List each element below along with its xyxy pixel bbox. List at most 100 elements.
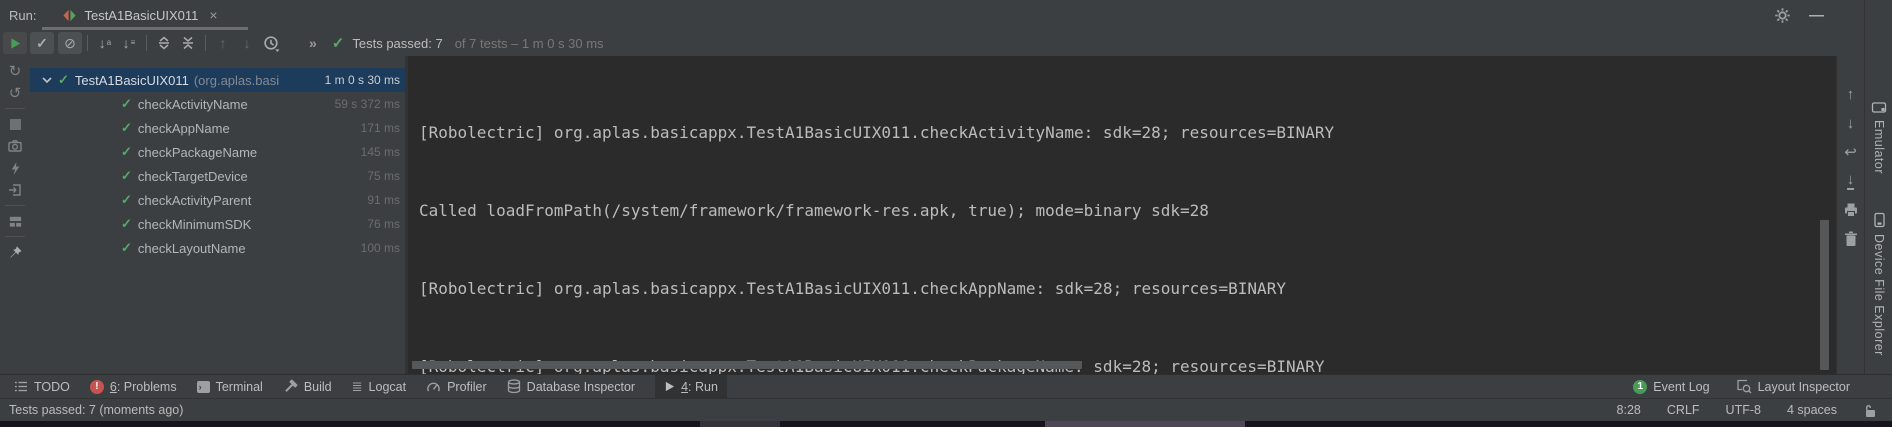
toolwindow-tab-emulator[interactable]: Emulator	[1865, 100, 1892, 174]
tree-row-test[interactable]: ✓ checkMinimumSDK 76 ms	[30, 212, 405, 236]
test-passed-icon: ✓	[121, 216, 132, 232]
hammer-icon	[283, 379, 298, 394]
tree-row-test[interactable]: ✓ checkTargetDevice 75 ms	[30, 164, 405, 188]
toolbar-separator	[146, 35, 147, 51]
toolwindow-button-layout-inspector[interactable]: Layout Inspector	[1736, 375, 1850, 399]
hide-panel-icon[interactable]: —	[1809, 7, 1824, 24]
test-history-icon[interactable]	[259, 32, 283, 54]
toolwindow-button-problems[interactable]: ! 6: Problems	[90, 375, 177, 399]
toolwindow-button-run[interactable]: 4: Run	[655, 375, 727, 399]
database-icon	[507, 379, 521, 394]
tree-row-root[interactable]: ✓ TestA1BasicUIX011 (org.aplas.basi 1 m …	[30, 68, 405, 92]
run-tab-testa1basicuix011[interactable]: TestA1BasicUIX011 ×	[54, 0, 225, 30]
test-summary: ✓ Tests passed: 7 of 7 tests – 1 m 0 s 3…	[332, 34, 604, 52]
console-line: Called loadFromPath(/system/framework/fr…	[419, 198, 1836, 224]
test-passed-icon: ✓	[121, 240, 132, 256]
rerun-failed-tests-icon[interactable]: ↻	[4, 60, 26, 82]
toolwindow-tab-label: Emulator	[1872, 120, 1886, 174]
test-passed-icon: ✓	[121, 120, 132, 136]
bottom-edge-strip	[0, 421, 1892, 427]
next-failed-test-icon[interactable]: ↓	[235, 32, 259, 54]
test-duration: 76 ms	[367, 217, 400, 231]
profiler-gauge-icon	[426, 380, 441, 393]
test-class-package: (org.aplas.basi	[194, 73, 279, 88]
test-duration: 75 ms	[367, 169, 400, 183]
android-studio-run-panel: Run: TestA1BasicUIX011 × — ✓ ⊘	[0, 0, 1892, 427]
tree-row-test[interactable]: ✓ checkLayoutName 100 ms	[30, 236, 405, 260]
test-passed-icon: ✓	[121, 168, 132, 184]
toolwindow-button-profiler[interactable]: Profiler	[426, 375, 487, 399]
console-text: [Robolectric] org.aplas.basicappx.TestA1…	[408, 56, 1836, 374]
screenshot-icon[interactable]	[4, 135, 26, 157]
test-passed-icon: ✓	[121, 192, 132, 208]
run-panel-left-toolbar: ↻ ↺	[0, 30, 30, 374]
tree-row-test[interactable]: ✓ checkAppName 171 ms	[30, 116, 405, 140]
collapse-all-icon[interactable]	[176, 32, 200, 54]
stop-process-icon[interactable]	[4, 113, 26, 135]
problems-error-icon: !	[90, 380, 104, 394]
tests-passed-detail: of 7 tests – 1 m 0 s 30 ms	[455, 36, 604, 51]
chevron-down-icon[interactable]	[42, 76, 52, 84]
toolwindow-button-build[interactable]: Build	[283, 375, 332, 399]
caret-position[interactable]: 8:28	[1617, 403, 1641, 417]
test-name: checkTargetDevice	[138, 169, 248, 184]
test-duration: 1 m 0 s 30 ms	[325, 73, 400, 87]
toolwindow-bar: TODO ! 6: Problems › Terminal Build ≣ Lo…	[0, 374, 1892, 398]
test-runner-toolbar: ✓ ⊘ ↓a ↓≡ ↑ ↓ » ✓ Tes	[30, 30, 1836, 56]
rerun-tests-button[interactable]	[3, 32, 27, 54]
close-icon[interactable]: ×	[209, 7, 217, 23]
test-passed-icon: ✓	[121, 96, 132, 112]
import-test-results-icon[interactable]	[4, 179, 26, 201]
sort-by-duration-icon[interactable]: ↓≡	[117, 32, 141, 54]
print-icon[interactable]	[1841, 200, 1861, 220]
tree-row-test[interactable]: ✓ checkPackageName 145 ms	[30, 140, 405, 164]
expand-all-icon[interactable]	[152, 32, 176, 54]
test-duration: 59 s 372 ms	[335, 97, 400, 111]
show-passed-icon[interactable]: ✓	[30, 32, 54, 54]
file-encoding[interactable]: UTF-8	[1726, 403, 1761, 417]
tests-passed-icon: ✓	[332, 34, 345, 52]
soft-wrap-icon[interactable]: ↩	[1841, 142, 1861, 162]
indent-setting[interactable]: 4 spaces	[1787, 403, 1837, 417]
clear-console-icon[interactable]	[1841, 229, 1861, 249]
pin-tab-icon[interactable]	[4, 241, 26, 263]
toolwindow-button-todo[interactable]: TODO	[14, 375, 70, 399]
vertical-scrollbar[interactable]	[1820, 220, 1829, 370]
down-stacktrace-icon[interactable]: ↓	[1841, 113, 1861, 133]
tests-passed-text: Tests passed: 7	[352, 36, 442, 51]
previous-failed-test-icon[interactable]: ↑	[211, 32, 235, 54]
toolwindow-button-database-inspector[interactable]: Database Inspector	[507, 375, 635, 399]
tree-row-test[interactable]: ✓ checkActivityName 59 s 372 ms	[30, 92, 405, 116]
test-duration: 100 ms	[361, 241, 400, 255]
todo-list-icon	[14, 380, 28, 393]
toolwindow-button-event-log[interactable]: 1 Event Log	[1633, 375, 1709, 399]
up-stacktrace-icon[interactable]: ↑	[1841, 84, 1861, 104]
sort-alphabetically-icon[interactable]: ↓a	[93, 32, 117, 54]
toolbar-separator	[5, 236, 25, 237]
toolwindow-button-terminal[interactable]: › Terminal	[197, 375, 263, 399]
test-name: checkActivityParent	[138, 193, 251, 208]
status-message[interactable]: Tests passed: 7 (moments ago)	[9, 403, 183, 417]
test-duration: 171 ms	[361, 121, 400, 135]
restore-layout-icon[interactable]	[4, 210, 26, 232]
device-icon	[1873, 212, 1886, 228]
horizontal-scrollbar[interactable]	[412, 361, 1082, 369]
scroll-to-end-icon[interactable]: ↓	[1841, 171, 1861, 191]
run-tab-label: TestA1BasicUIX011	[84, 8, 198, 23]
gear-icon[interactable]	[1774, 7, 1791, 24]
test-passed-icon: ✓	[58, 72, 69, 88]
tree-row-test[interactable]: ✓ checkActivityParent 91 ms	[30, 188, 405, 212]
line-separator[interactable]: CRLF	[1667, 403, 1700, 417]
test-duration: 145 ms	[361, 145, 400, 159]
show-ignored-icon[interactable]: ⊘	[58, 32, 82, 54]
toggle-auto-test-icon[interactable]: ↺	[4, 82, 26, 104]
console-output[interactable]: [Robolectric] org.aplas.basicappx.TestA1…	[408, 56, 1836, 374]
more-actions-icon[interactable]: »	[309, 35, 316, 51]
test-class-name: TestA1BasicUIX011	[75, 73, 189, 88]
coverage-icon[interactable]	[4, 157, 26, 179]
toolbar-separator	[87, 35, 88, 51]
test-name: checkMinimumSDK	[138, 217, 251, 232]
toolwindow-tab-device-file-explorer[interactable]: Device File Explorer	[1865, 212, 1892, 356]
toolwindow-button-logcat[interactable]: ≣ Logcat	[352, 375, 406, 399]
lock-icon[interactable]	[1863, 403, 1877, 418]
